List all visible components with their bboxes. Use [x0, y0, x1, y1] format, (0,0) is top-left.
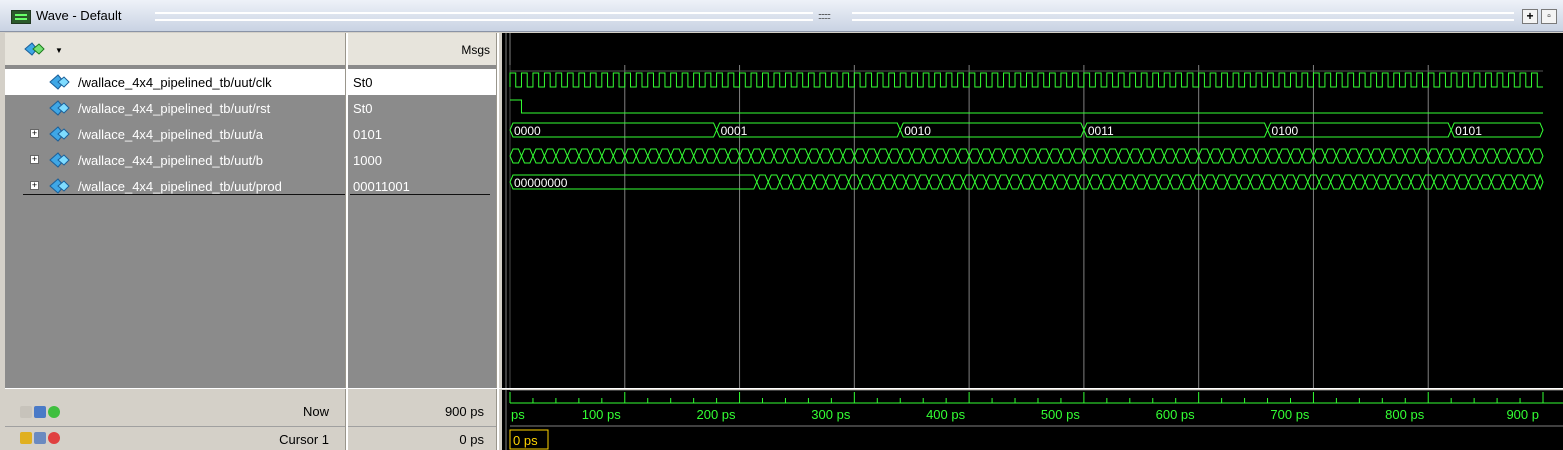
- signal-row[interactable]: + /wallace_4x4_pipelined_tb/uut/b: [5, 147, 345, 173]
- bus-value-label: 0010: [904, 124, 931, 138]
- bus-value-label: 0100: [1272, 124, 1299, 138]
- expand-icon[interactable]: +: [30, 155, 39, 164]
- signal-value-row[interactable]: St0: [348, 69, 496, 95]
- signal-diamond-icon: [42, 73, 72, 91]
- signal-names-pane: /wallace_4x4_pipelined_tb/uut/clk/wallac…: [5, 65, 348, 388]
- now-value: 900 ps: [444, 404, 484, 419]
- ruler-tick-label: 100 ps: [582, 407, 622, 422]
- now-label: Now: [302, 404, 329, 419]
- signal-row[interactable]: + /wallace_4x4_pipelined_tb/uut/prod: [5, 173, 345, 199]
- ruler-tick-label: 400 ps: [926, 407, 966, 422]
- msgs-header: Msgs: [348, 33, 496, 65]
- edit-cursor-icon[interactable]: [34, 432, 46, 444]
- cursor-add-icon[interactable]: [34, 406, 46, 418]
- bus-value-label: 0101: [1455, 124, 1482, 138]
- signal-name: /wallace_4x4_pipelined_tb/uut/b: [78, 153, 264, 168]
- zoom-icon[interactable]: [20, 406, 32, 418]
- titlebar-grip-left: [155, 12, 813, 21]
- ruler-tick-label: 300 ps: [811, 407, 851, 422]
- msgs-column-header: Msgs: [461, 43, 490, 57]
- expand-icon[interactable]: +: [30, 129, 39, 138]
- signal-value: St0: [353, 75, 373, 90]
- rst-waveform: [510, 99, 1543, 114]
- signal-name: /wallace_4x4_pipelined_tb/uut/a: [78, 127, 264, 142]
- status-row-divider: [5, 426, 345, 427]
- signal-row[interactable]: /wallace_4x4_pipelined_tb/uut/clk: [5, 69, 345, 95]
- ruler-tick-label: 700 ps: [1270, 407, 1310, 422]
- signal-diamond-icon: [42, 99, 72, 117]
- add-pane-button[interactable]: +: [1522, 9, 1538, 24]
- ruler-tick-label: 800 ps: [1385, 407, 1425, 422]
- timeline-ruler[interactable]: ps 100 ps 200 ps 300 ps 400 ps 500 ps 600 ps 70…: [502, 390, 1563, 450]
- cursor-1-label[interactable]: Cursor 1: [279, 432, 329, 447]
- titlebar-drag-handle[interactable]: ::::::::: [818, 11, 831, 21]
- signal-diamond-icon: [42, 177, 72, 195]
- window-title: Wave - Default: [36, 8, 122, 23]
- chevron-down-icon: ▼: [55, 46, 63, 55]
- ruler-tick-label: 200 ps: [697, 407, 737, 422]
- wave-window-icon: [11, 10, 31, 24]
- signal-name: /wallace_4x4_pipelined_tb/uut/rst: [78, 101, 271, 116]
- cursor-1-time: 0 ps: [513, 433, 538, 448]
- signal-value-row[interactable]: 00011001: [348, 173, 496, 199]
- expand-icon[interactable]: +: [30, 181, 39, 190]
- cursor-1-value: 0 ps: [459, 432, 484, 447]
- bus-value-label: 0000: [514, 124, 541, 138]
- prod-waveform: [509, 173, 1544, 191]
- add-cursor-icon[interactable]: [48, 406, 60, 418]
- signal-row[interactable]: + /wallace_4x4_pipelined_tb/uut/a: [5, 121, 345, 147]
- signal-diamond-icon: [42, 151, 72, 169]
- signal-values-pane: St0 St0 0101 1000 00011001: [348, 65, 496, 388]
- lock-icon[interactable]: [20, 432, 32, 444]
- names-toolbar: ▼: [5, 33, 345, 65]
- a-waveform: [509, 122, 1544, 138]
- signal-value: 0101: [353, 127, 382, 142]
- signal-value: St0: [353, 101, 373, 116]
- signal-value-row[interactable]: St0: [348, 95, 496, 121]
- bus-value-label: 0011: [1088, 124, 1114, 138]
- clk-waveform: [509, 72, 1543, 88]
- ruler-tick-label: 600 ps: [1156, 407, 1196, 422]
- titlebar-grip-right: [852, 12, 1514, 21]
- ruler-tick-label: ps: [511, 407, 525, 422]
- wave-header: [502, 33, 1563, 65]
- undock-window-button[interactable]: ▫: [1541, 9, 1557, 24]
- bus-value-label: 00000000: [514, 176, 568, 190]
- signal-diamond-icon: [42, 125, 72, 143]
- signal-name: /wallace_4x4_pipelined_tb/uut/clk: [78, 75, 272, 90]
- ruler-tick-label: 500 ps: [1041, 407, 1081, 422]
- signal-row[interactable]: /wallace_4x4_pipelined_tb/uut/rst: [5, 95, 345, 121]
- signal-value: 00011001: [353, 179, 410, 194]
- signal-value-row[interactable]: 1000: [348, 147, 496, 173]
- waveform-canvas[interactable]: 0000 0001 0010 0011 0100 0101 00000000: [502, 65, 1563, 388]
- b-waveform: [509, 148, 1544, 164]
- cursor-status-values: 900 ps 0 ps: [348, 390, 496, 450]
- status-divider: [5, 388, 1563, 389]
- signal-value: 1000: [353, 153, 382, 168]
- cursor-status-names: Now Cursor 1: [5, 390, 345, 450]
- wave-separator-lower[interactable]: [496, 65, 499, 450]
- status-row-divider-mid: [348, 426, 496, 427]
- signal-value-row[interactable]: 0101: [348, 121, 496, 147]
- hierarchy-dropdown-icon[interactable]: ▼: [23, 41, 63, 57]
- window-titlebar: Wave - Default :::::::: + ▫: [0, 0, 1563, 32]
- bus-value-label: 0001: [721, 124, 748, 138]
- wave-separator[interactable]: [496, 33, 499, 65]
- remove-cursor-icon[interactable]: [48, 432, 60, 444]
- signal-name: /wallace_4x4_pipelined_tb/uut/prod: [78, 179, 282, 194]
- ruler-tick-label: 900 p: [1506, 407, 1539, 422]
